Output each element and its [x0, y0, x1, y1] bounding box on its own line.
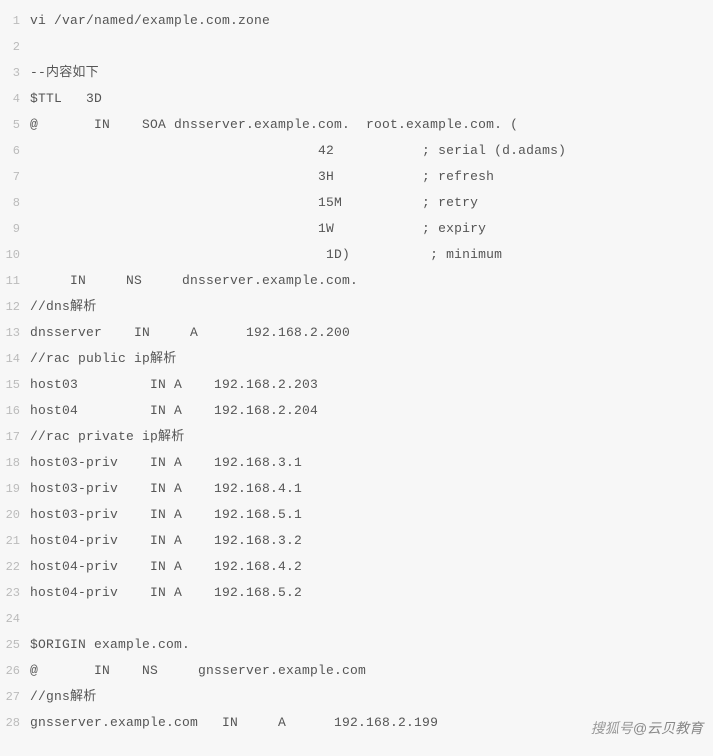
- line-number: 1: [0, 8, 30, 34]
- code-line: 16host04 IN A 192.168.2.204: [0, 398, 713, 424]
- line-content: host03 IN A 192.168.2.203: [30, 372, 318, 398]
- code-line: 27//gns解析: [0, 684, 713, 710]
- line-content: $ORIGIN example.com.: [30, 632, 190, 658]
- line-content: host04-priv IN A 192.168.3.2: [30, 528, 302, 554]
- line-number: 28: [0, 710, 30, 736]
- watermark-name: 云贝教育: [647, 720, 703, 736]
- line-content: 15M ; retry: [30, 190, 478, 216]
- line-content: 42 ; serial (d.adams): [30, 138, 566, 164]
- line-content: //dns解析: [30, 294, 96, 320]
- line-number: 13: [0, 320, 30, 346]
- line-content: vi /var/named/example.com.zone: [30, 8, 270, 34]
- code-line: 26@ IN NS gnsserver.example.com: [0, 658, 713, 684]
- code-line: 24: [0, 606, 713, 632]
- code-line: 12//dns解析: [0, 294, 713, 320]
- line-content: --内容如下: [30, 60, 99, 86]
- line-content: host03-priv IN A 192.168.4.1: [30, 476, 302, 502]
- line-number: 7: [0, 164, 30, 190]
- code-line: 7 3H ; refresh: [0, 164, 713, 190]
- line-number: 22: [0, 554, 30, 580]
- code-line: 21host04-priv IN A 192.168.3.2: [0, 528, 713, 554]
- line-number: 4: [0, 86, 30, 112]
- line-content: host04-priv IN A 192.168.5.2: [30, 580, 302, 606]
- watermark-at: @: [633, 720, 647, 736]
- line-number: 2: [0, 34, 30, 60]
- line-number: 24: [0, 606, 30, 632]
- code-line: 17//rac private ip解析: [0, 424, 713, 450]
- line-content: //rac public ip解析: [30, 346, 176, 372]
- line-number: 16: [0, 398, 30, 424]
- code-line: 8 15M ; retry: [0, 190, 713, 216]
- code-line: 11 IN NS dnsserver.example.com.: [0, 268, 713, 294]
- code-line: 22host04-priv IN A 192.168.4.2: [0, 554, 713, 580]
- line-content: host03-priv IN A 192.168.5.1: [30, 502, 302, 528]
- line-number: 25: [0, 632, 30, 658]
- line-content: @ IN NS gnsserver.example.com: [30, 658, 366, 684]
- line-number: 27: [0, 684, 30, 710]
- line-number: 12: [0, 294, 30, 320]
- code-line: 4$TTL 3D: [0, 86, 713, 112]
- line-number: 5: [0, 112, 30, 138]
- line-content: host04 IN A 192.168.2.204: [30, 398, 318, 424]
- line-number: 3: [0, 60, 30, 86]
- watermark: 搜狐号@云贝教育: [591, 718, 703, 738]
- code-line: 10 1D) ; minimum: [0, 242, 713, 268]
- code-line: 13dnsserver IN A 192.168.2.200: [0, 320, 713, 346]
- line-content: gnsserver.example.com IN A 192.168.2.199: [30, 710, 438, 736]
- line-number: 19: [0, 476, 30, 502]
- line-content: @ IN SOA dnsserver.example.com. root.exa…: [30, 112, 518, 138]
- line-content: 3H ; refresh: [30, 164, 494, 190]
- line-content: //rac private ip解析: [30, 424, 184, 450]
- line-content: 1W ; expiry: [30, 216, 486, 242]
- code-line: 3--内容如下: [0, 60, 713, 86]
- line-number: 9: [0, 216, 30, 242]
- code-line: 5@ IN SOA dnsserver.example.com. root.ex…: [0, 112, 713, 138]
- line-number: 6: [0, 138, 30, 164]
- line-number: 8: [0, 190, 30, 216]
- code-block: 1vi /var/named/example.com.zone23--内容如下4…: [0, 8, 713, 736]
- line-content: dnsserver IN A 192.168.2.200: [30, 320, 350, 346]
- line-number: 18: [0, 450, 30, 476]
- code-line: 19host03-priv IN A 192.168.4.1: [0, 476, 713, 502]
- line-content: IN NS dnsserver.example.com.: [30, 268, 358, 294]
- line-number: 23: [0, 580, 30, 606]
- line-number: 15: [0, 372, 30, 398]
- line-content: host04-priv IN A 192.168.4.2: [30, 554, 302, 580]
- code-line: 23host04-priv IN A 192.168.5.2: [0, 580, 713, 606]
- code-line: 9 1W ; expiry: [0, 216, 713, 242]
- watermark-prefix: 搜狐号: [591, 720, 633, 736]
- line-number: 17: [0, 424, 30, 450]
- code-line: 18host03-priv IN A 192.168.3.1: [0, 450, 713, 476]
- code-line: 15host03 IN A 192.168.2.203: [0, 372, 713, 398]
- line-content: $TTL 3D: [30, 86, 102, 112]
- line-number: 20: [0, 502, 30, 528]
- code-line: 25$ORIGIN example.com.: [0, 632, 713, 658]
- line-number: 21: [0, 528, 30, 554]
- line-content: host03-priv IN A 192.168.3.1: [30, 450, 302, 476]
- line-number: 26: [0, 658, 30, 684]
- line-number: 11: [0, 268, 30, 294]
- code-line: 2: [0, 34, 713, 60]
- line-content: //gns解析: [30, 684, 96, 710]
- code-line: 20host03-priv IN A 192.168.5.1: [0, 502, 713, 528]
- code-line: 14//rac public ip解析: [0, 346, 713, 372]
- code-line: 1vi /var/named/example.com.zone: [0, 8, 713, 34]
- code-line: 6 42 ; serial (d.adams): [0, 138, 713, 164]
- line-number: 14: [0, 346, 30, 372]
- line-content: 1D) ; minimum: [30, 242, 502, 268]
- line-number: 10: [0, 242, 30, 268]
